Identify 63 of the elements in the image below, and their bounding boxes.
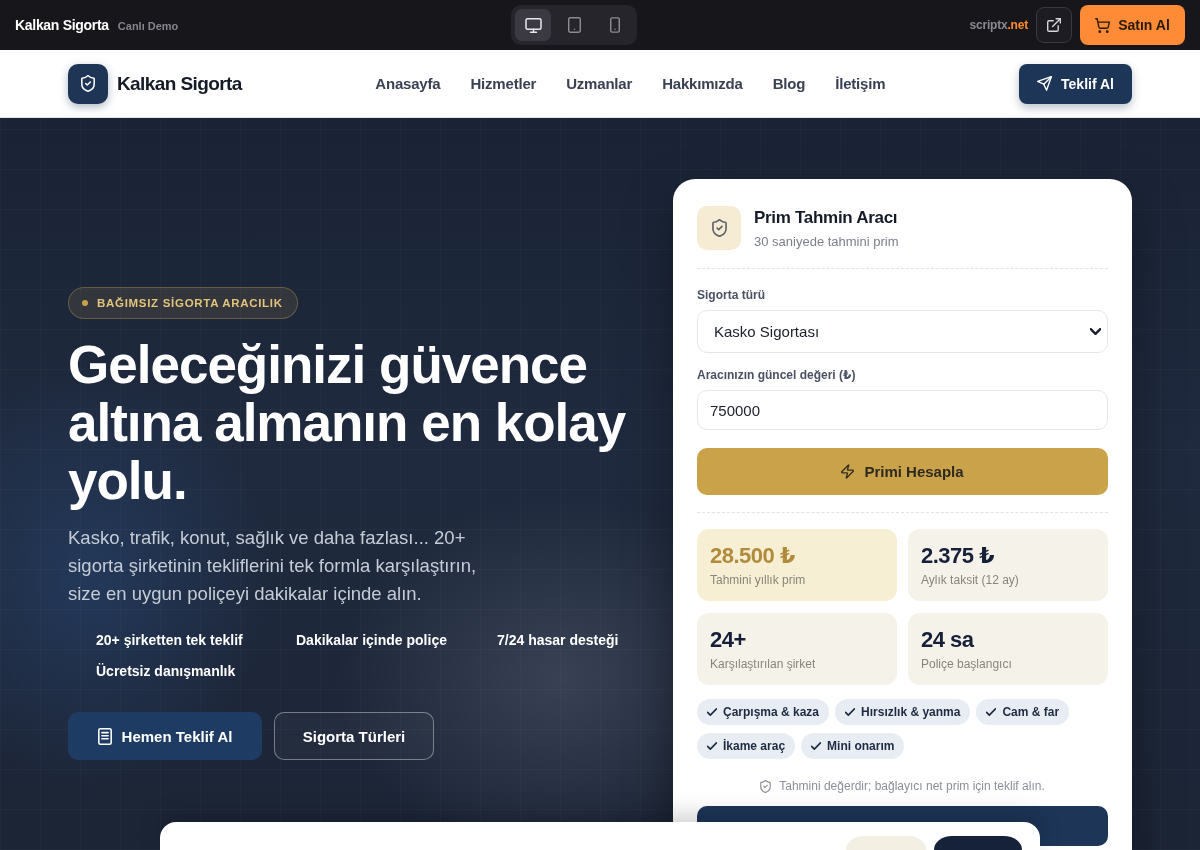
nav-link[interactable]: Uzmanlar <box>566 75 633 92</box>
cookie-action-button[interactable] <box>934 836 1022 850</box>
vehicle-value-input[interactable]: 750000 <box>697 390 1108 430</box>
external-link-icon <box>1047 18 1061 32</box>
coverage-text: İkame araç <box>723 739 786 753</box>
feature-text: Dakikalar içinde poliçe <box>296 631 447 650</box>
stat-label: Karşılaştırılan şirket <box>710 657 817 671</box>
shield-logo-icon <box>68 63 108 104</box>
demo-title: Kalkan Sigorta <box>15 17 109 33</box>
dot-icon <box>82 300 88 306</box>
feature-text: 7/24 hasar desteği <box>497 631 619 650</box>
device-button[interactable] <box>515 9 551 41</box>
site-link[interactable]: scriptx.net <box>969 18 1028 32</box>
hero-description: Kasko, trafik, konut, sağlık ve daha fazlası... 20+ sigorta şirketinin tekliflerini tek formla karşılaştırın, size en uygun poliçeyi dakikalar içinde alın. <box>68 526 478 606</box>
stat-value: 24 sa <box>921 627 975 653</box>
field-label: Sigorta türü <box>697 288 766 302</box>
check-icon <box>707 708 717 716</box>
stat-value: 24+ <box>710 627 747 653</box>
chevron-down-icon <box>1090 328 1101 335</box>
coverage-text: Mini onarım <box>827 739 895 753</box>
demo-label: Canlı Demo <box>117 20 179 32</box>
buy-button[interactable]: Satın Al <box>1080 5 1185 45</box>
monitor-icon <box>524 17 542 33</box>
check-icon <box>811 742 822 750</box>
cart-icon <box>1095 17 1111 33</box>
feature-text: 20+ şirketten tek teklif <box>96 631 243 650</box>
document-icon <box>97 727 112 745</box>
stat-value: 2.375 ₺ <box>921 543 995 569</box>
shield-check-icon <box>760 779 772 793</box>
card-subtitle: 30 saniyede tahmini prim <box>754 233 899 249</box>
check-icon <box>986 708 997 716</box>
field-label: Aracınızın güncel değeri (₺) <box>697 368 857 382</box>
phone-icon <box>610 17 620 33</box>
nav-link[interactable]: Hizmetler <box>470 75 537 92</box>
brand-name: Kalkan Sigorta <box>117 72 242 95</box>
send-icon <box>1037 76 1053 91</box>
hero-heading: Geleceğinizi güvence altına almanın en kolay yolu. <box>68 336 627 510</box>
tablet-icon <box>567 17 581 33</box>
coverage-text: Çarpışma & kaza <box>723 705 820 719</box>
check-icon <box>707 742 717 750</box>
card-title: Prim Tahmin Aracı <box>754 207 899 228</box>
feature-text: Ücretsiz danışmanlık <box>96 662 236 681</box>
category-badge: BAĞIMSIZ SİGORTA ARACILIK <box>68 287 298 319</box>
disclaimer-text: Tahmini değerdir; bağlayıcı net prim için teklif alın. <box>779 779 1045 793</box>
quote-button[interactable]: Teklif Al <box>1019 63 1132 104</box>
external-link-button[interactable] <box>1036 7 1072 43</box>
nav-link[interactable]: Anasayfa <box>375 75 441 92</box>
stat-value: 28.500 ₺ <box>710 543 796 569</box>
nav-link[interactable]: İletişim <box>835 75 886 92</box>
get-quote-button[interactable]: Hemen Teklif Al <box>68 712 262 760</box>
stat-label: Aylık taksit (12 ay) <box>921 573 1020 587</box>
stat-label: Poliçe başlangıcı <box>921 657 1013 671</box>
insurance-types-button[interactable]: Sigorta Türleri <box>274 712 434 760</box>
stat-label: Tahmini yıllık prim <box>710 573 807 587</box>
coverage-text: Hırsızlık & yanma <box>861 705 961 719</box>
nav-link[interactable]: Blog <box>772 75 806 92</box>
nav-link[interactable]: Hakkımızda <box>662 75 743 92</box>
lightning-icon <box>841 464 855 479</box>
coverage-text: Cam & far <box>1002 705 1060 719</box>
insurance-type-select[interactable]: Kasko Sigortası <box>697 310 1108 353</box>
calculate-button[interactable]: Primi Hesapla <box>697 448 1108 495</box>
check-icon <box>845 708 856 716</box>
shield-check-icon <box>697 206 741 250</box>
